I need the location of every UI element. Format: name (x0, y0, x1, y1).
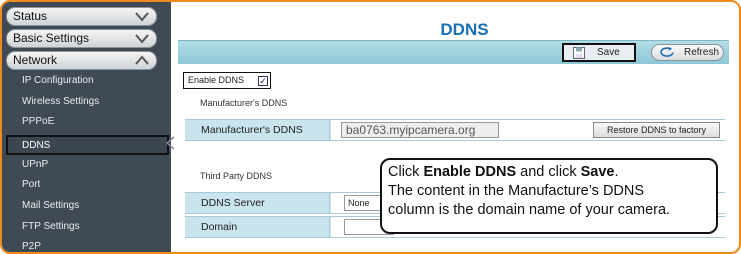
sidebar-item-ftp-settings[interactable]: FTP Settings (22, 221, 80, 233)
callout-line-1: Click Enable DDNS and click Save. (388, 163, 710, 182)
instruction-callout: Click Enable DDNS and click Save. The co… (380, 158, 718, 234)
callout-text: Click (388, 164, 424, 180)
save-button-label: Save (597, 47, 620, 58)
sidebar-item-ddns[interactable]: DDNS (6, 135, 169, 155)
sidebar-item-p2p[interactable]: P2P (22, 241, 41, 252)
sidebar-item-ip-configuration[interactable]: IP Configuration (22, 75, 94, 87)
sidebar-menu-label: Network (13, 53, 58, 67)
manufacturer-ddns-label: Manufacturer's DDNS (185, 120, 330, 140)
refresh-button[interactable]: Refresh (651, 44, 724, 61)
sidebar-item-port[interactable]: Port (22, 179, 40, 191)
chevron-down-icon (135, 34, 149, 44)
manufacturer-ddns-field[interactable]: ba0763.myipcamera.org (341, 122, 499, 138)
enable-ddns-control[interactable]: Enable DDNS ✓ (183, 72, 271, 89)
sidebar-item-label: DDNS (22, 140, 51, 151)
sidebar: Status Basic Settings Network IP Configu… (2, 2, 171, 252)
sidebar-menu-basic-settings[interactable]: Basic Settings (6, 29, 157, 48)
restore-ddns-button[interactable]: Restore DDNS to factory (593, 122, 720, 138)
domain-label: Domain (185, 217, 330, 237)
callout-text: . (614, 164, 619, 180)
chevron-down-icon (135, 12, 149, 22)
sidebar-menu-label: Status (13, 9, 48, 23)
sidebar-item-wireless-settings[interactable]: Wireless Settings (22, 96, 99, 108)
callout-bold-text: Enable DDNS (423, 164, 517, 180)
save-button[interactable]: Save (562, 43, 636, 62)
toolbar: Save Refresh (178, 40, 729, 64)
refresh-icon (660, 47, 674, 57)
third-party-ddns-heading: Third Party DDNS (200, 171, 273, 181)
sidebar-menu-label: Basic Settings (13, 31, 90, 45)
chevron-up-icon (135, 55, 149, 65)
sidebar-item-pppoe[interactable]: PPPoE (22, 116, 54, 128)
ddns-server-label: DDNS Server (185, 193, 330, 213)
page-title: DDNS (440, 20, 489, 39)
callout-line-2: The content in the Manufacture’s DDNS (388, 183, 645, 199)
manufacturer-ddns-heading: Manufacturer's DDNS (200, 98, 288, 108)
enable-ddns-checkbox[interactable]: ✓ (258, 76, 268, 86)
enable-ddns-label: Enable DDNS (188, 75, 245, 85)
sidebar-item-mail-settings[interactable]: Mail Settings (22, 200, 79, 212)
callout-text: and click (516, 164, 581, 180)
sidebar-item-upnp[interactable]: UPnP (22, 159, 48, 171)
selection-pointer-icon (165, 136, 175, 150)
floppy-disk-icon (573, 47, 585, 59)
sidebar-menu-status[interactable]: Status (6, 7, 157, 26)
sidebar-menu-network[interactable]: Network (6, 51, 157, 70)
callout-bold-text: Save (580, 164, 615, 180)
ddns-server-select[interactable]: None (344, 195, 384, 211)
manufacturer-ddns-row: Manufacturer's DDNS ba0763.myipcamera.or… (185, 119, 725, 141)
refresh-button-label: Refresh (684, 47, 720, 58)
callout-line-3: column is the domain name of your camera… (388, 202, 671, 218)
